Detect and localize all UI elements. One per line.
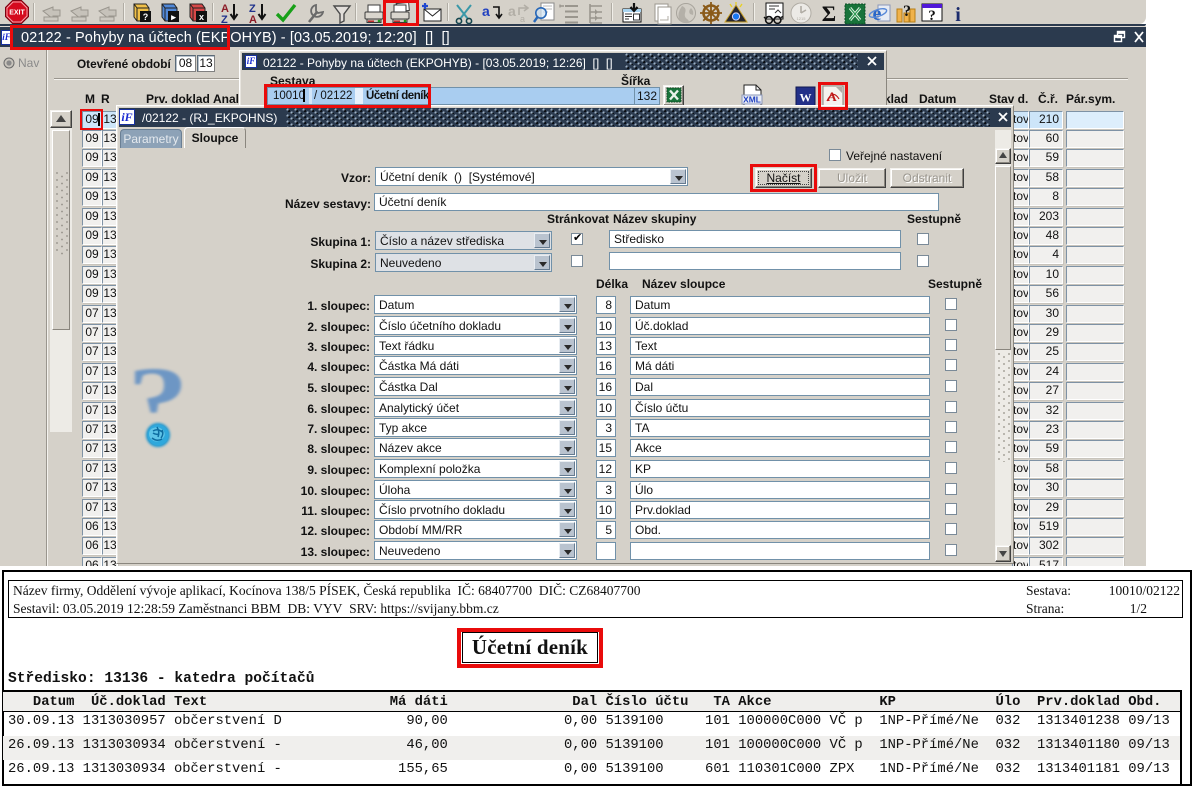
- svg-text:i: i: [955, 4, 961, 25]
- svg-text:?: ?: [143, 12, 149, 22]
- svg-text:W: W: [800, 91, 812, 105]
- svg-text:a: a: [520, 14, 525, 24]
- svg-text:EXIT: EXIT: [9, 10, 25, 17]
- svg-text:1215: 1215: [797, 16, 807, 21]
- svg-text:a: a: [508, 3, 516, 19]
- svg-text:?: ?: [903, 3, 911, 20]
- svg-text:Z: Z: [221, 14, 228, 25]
- svg-text:Σ: Σ: [822, 1, 836, 25]
- svg-text:?: ?: [928, 8, 936, 24]
- svg-text:XML: XML: [743, 95, 761, 105]
- svg-text:▸: ▸: [170, 12, 176, 22]
- svg-text:a: a: [482, 3, 490, 19]
- svg-text:A: A: [249, 14, 257, 25]
- svg-text:e: e: [873, 3, 882, 25]
- svg-text:x: x: [199, 12, 204, 22]
